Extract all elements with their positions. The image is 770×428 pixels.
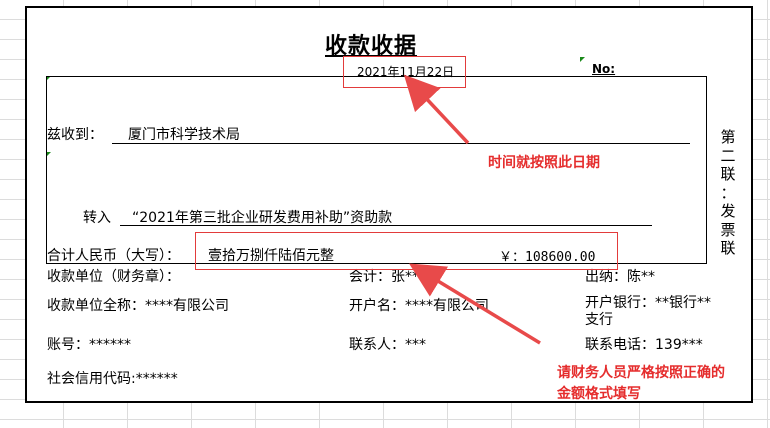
- amount-annotation-line2: 金额格式填写: [557, 386, 641, 402]
- date-arrow: [403, 74, 470, 145]
- date-annotation: 时间就按照此日期: [488, 155, 600, 171]
- amount-annotation-line1: 请财务人员严格按照正确的: [557, 365, 725, 381]
- amount-arrow: [409, 263, 541, 345]
